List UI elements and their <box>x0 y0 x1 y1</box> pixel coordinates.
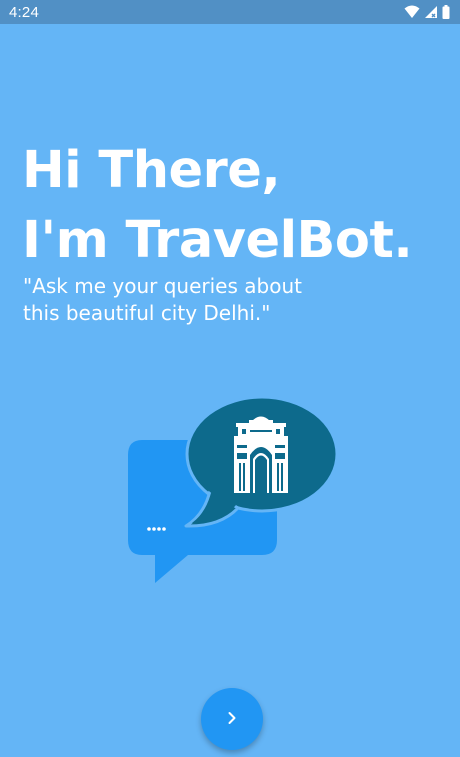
tagline-line-1: "Ask me your queries about <box>23 274 302 298</box>
greeting-line-2: I'm TravelBot. <box>22 211 413 270</box>
tagline-line-2: this beautiful city Delhi." <box>23 301 271 325</box>
greeting-heading: Hi There, I'm TravelBot. <box>22 136 413 276</box>
greeting-line-1: Hi There, <box>22 141 281 200</box>
status-time: 4:24 <box>9 3 39 21</box>
status-bar: 4:24 <box>0 0 460 24</box>
cell-signal-icon <box>424 5 438 19</box>
chevron-right-icon <box>225 710 239 729</box>
battery-icon <box>442 5 450 19</box>
status-icons <box>404 5 450 19</box>
next-button[interactable] <box>201 688 263 750</box>
chat-bubble-front <box>184 395 339 528</box>
tagline: "Ask me your queries about this beautifu… <box>23 273 302 327</box>
chat-bubbles-india-gate-icon <box>126 393 340 585</box>
wifi-icon <box>404 5 420 19</box>
